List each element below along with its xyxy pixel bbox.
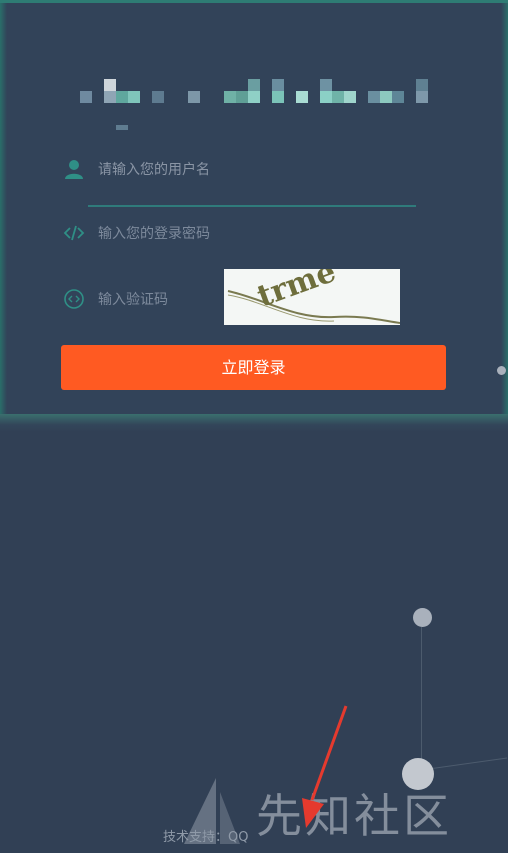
pixelated-title-image	[0, 75, 508, 135]
username-placeholder: 请输入您的用户名	[98, 162, 210, 178]
particle-line	[421, 627, 422, 775]
username-field[interactable]: 请输入您的用户名	[62, 149, 422, 189]
login-button[interactable]: 立即登录	[61, 345, 446, 390]
username-underline	[88, 205, 416, 207]
captcha-placeholder: 输入验证码	[98, 292, 168, 308]
code-icon	[62, 221, 86, 245]
password-placeholder: 输入您的登录密码	[98, 226, 210, 242]
footer-support-text: 技术支持：QQ	[163, 830, 249, 845]
red-arrow-annotation	[302, 705, 348, 828]
login-card: 请输入您的用户名 输入您的登录密码 输入验证码 trme 立即登录	[0, 0, 508, 420]
password-field[interactable]: 输入您的登录密码	[62, 213, 422, 253]
particle-dot	[413, 608, 432, 627]
captcha-image[interactable]: trme	[224, 254, 401, 325]
card-bottom-shadow	[0, 414, 508, 432]
captcha-char: trme	[253, 269, 341, 315]
user-icon	[62, 157, 86, 181]
particle-dot	[497, 366, 506, 375]
eye-icon	[62, 287, 86, 311]
